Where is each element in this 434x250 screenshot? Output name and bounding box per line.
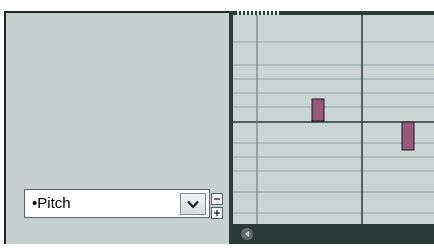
cc-lane-label: •Pitch [32,195,71,212]
ruler-marks [237,11,279,15]
midi-note[interactable] [401,121,415,151]
plus-icon[interactable] [211,207,223,219]
cc-lane-select[interactable]: •Pitch [24,189,210,218]
note-grid[interactable] [233,15,434,235]
chevron-down-icon[interactable] [180,193,206,215]
bottom-strip [4,244,434,250]
scroll-left-icon[interactable] [241,228,253,240]
horizontal-scrollbar[interactable] [229,224,434,244]
piano-roll-area[interactable] [229,11,434,250]
midi-editor-window: •Pitch [0,0,434,250]
grid-lines [233,15,434,235]
minus-icon[interactable] [211,193,223,205]
midi-note[interactable] [311,98,325,122]
